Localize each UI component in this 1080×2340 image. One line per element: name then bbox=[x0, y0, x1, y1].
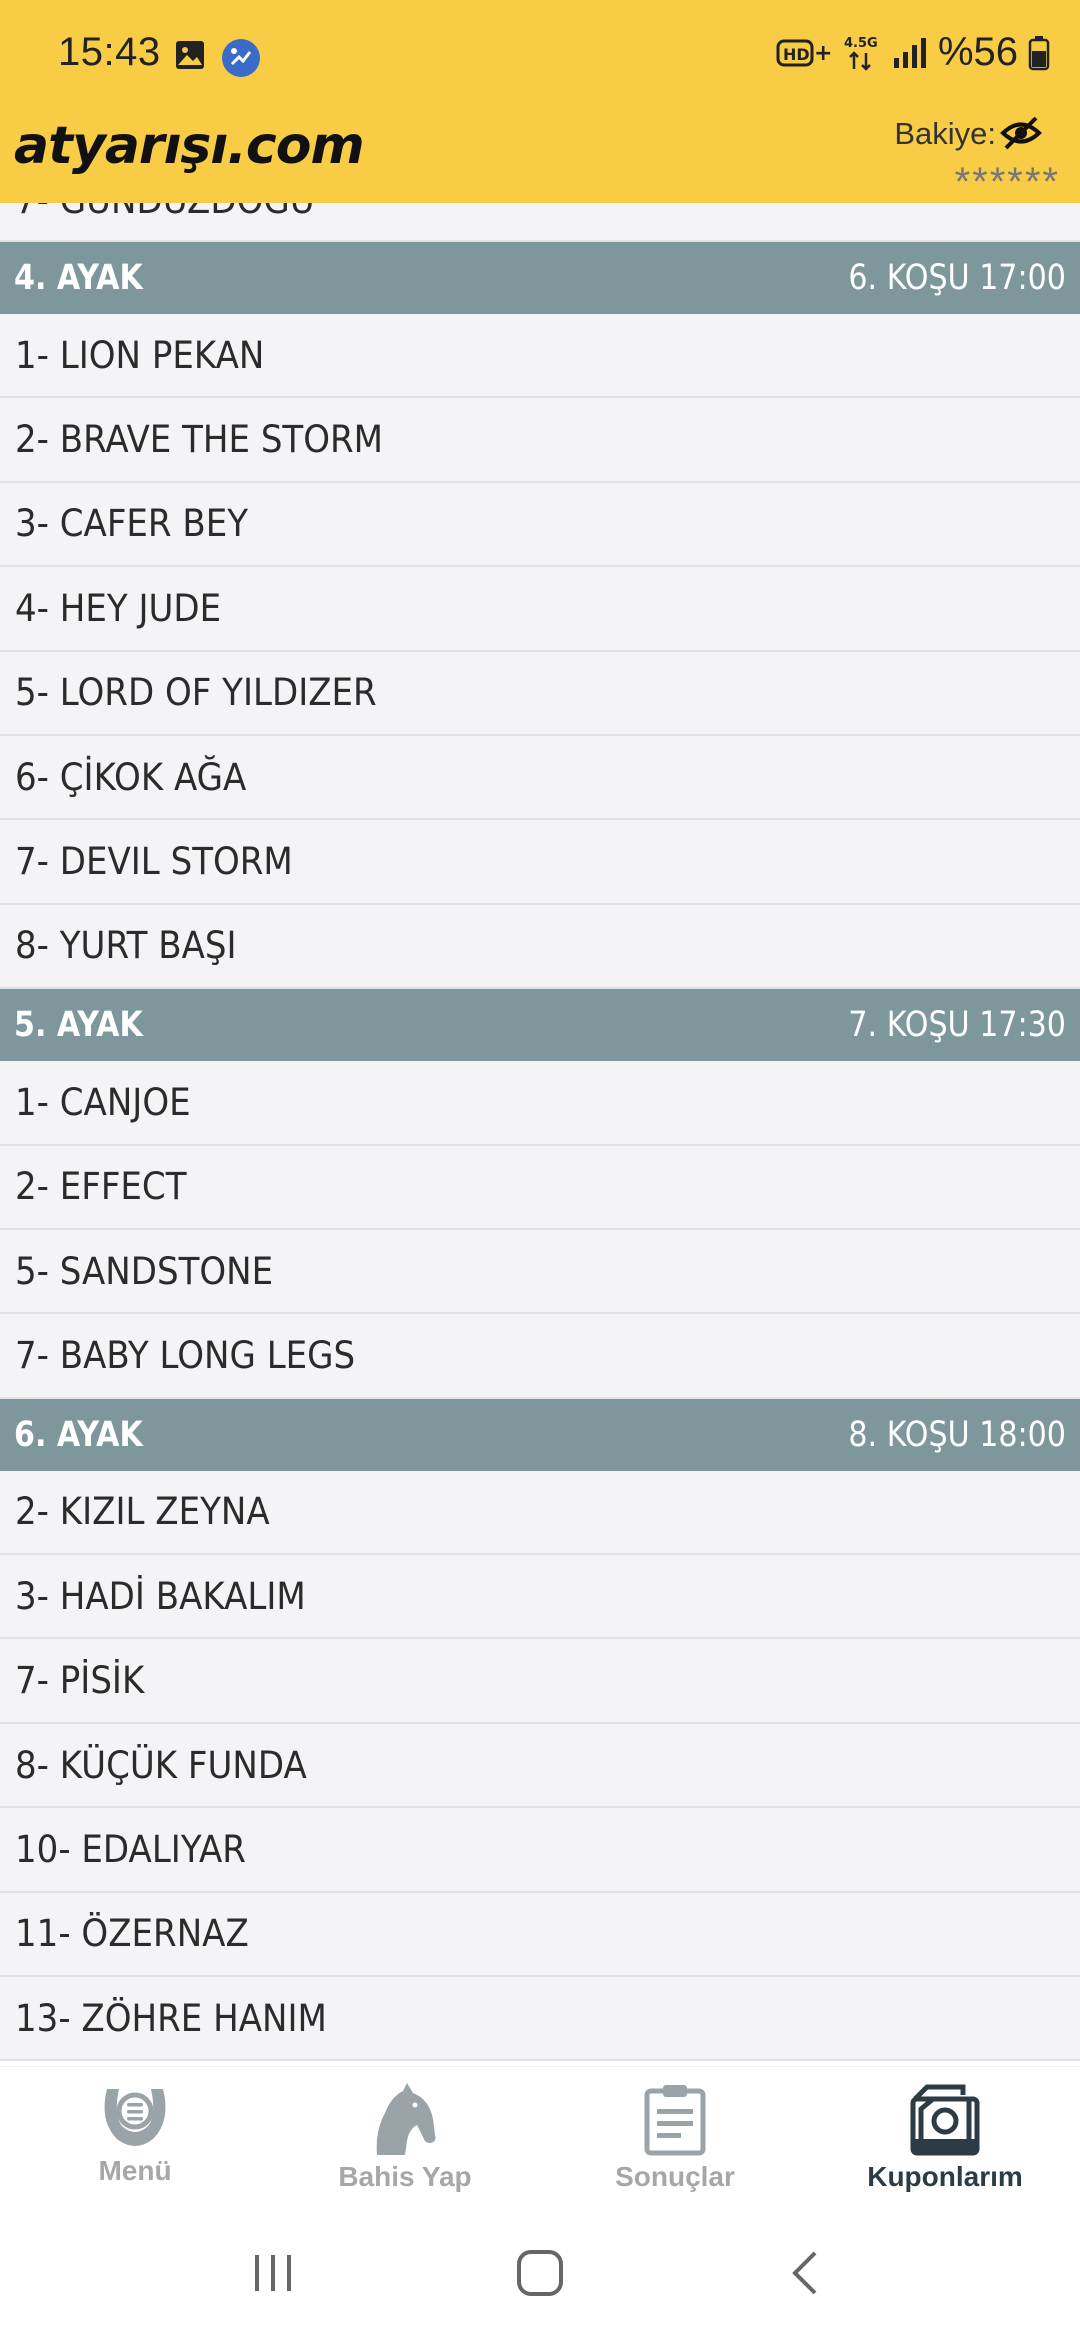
horse-name: 8- KÜÇÜK FUNDA bbox=[15, 1743, 307, 1787]
list-item[interactable]: 7- DEVIL STORM bbox=[0, 820, 1080, 905]
race-time-label: 7. KOŞU 17:30 bbox=[848, 1005, 1066, 1046]
horse-name: 8- YURT BAŞI bbox=[15, 924, 237, 968]
list-item[interactable]: 5- SANDSTONE bbox=[0, 1229, 1080, 1315]
gallery-icon bbox=[176, 41, 204, 69]
section-header-leg-6: 6. AYAK 8. KOŞU 18:00 bbox=[0, 1398, 1080, 1471]
bottom-nav: Menü Bahis Yap Sonuçlar Kuponlarım bbox=[0, 2066, 1080, 2206]
nav-coupons[interactable]: Kuponlarım bbox=[810, 2067, 1080, 2193]
horse-name: 6- ÇİKOK AĞA bbox=[15, 755, 247, 799]
list-item[interactable]: 13- ZÖHRE HANIM bbox=[0, 1977, 1080, 2062]
list-item[interactable]: 8- YURT BAŞI bbox=[0, 904, 1080, 990]
horse-name: 11- ÖZERNAZ bbox=[15, 1912, 249, 1956]
battery-icon bbox=[1028, 35, 1050, 70]
app-header: 15:43 HD + 4.5G %56 atyarışı.com Bakiye:… bbox=[0, 0, 1080, 204]
leg-label: 6. AYAK bbox=[14, 1414, 143, 1455]
horse-name: 5- SANDSTONE bbox=[15, 1249, 274, 1293]
race-time-label: 6. KOŞU 17:00 bbox=[848, 258, 1066, 298]
hd-plus-icon: HD + bbox=[776, 39, 832, 66]
horse-name: 3- HADİ BAKALIM bbox=[15, 1574, 306, 1618]
horse-name: 7- BABY LONG LEGS bbox=[15, 1333, 356, 1377]
nav-label-results: Sonuçlar bbox=[615, 2161, 735, 2192]
list-item[interactable]: 2- KIZIL ZEYNA bbox=[0, 1470, 1080, 1556]
list-item[interactable]: 3- CAFER BEY bbox=[0, 482, 1080, 568]
leg-label: 4. AYAK bbox=[14, 258, 143, 298]
status-bar: 15:43 HD + 4.5G %56 bbox=[0, 0, 1080, 110]
clipboard-icon bbox=[644, 2085, 706, 2156]
home-icon[interactable] bbox=[516, 2249, 564, 2297]
list-item[interactable]: 8- KÜÇÜK FUNDA bbox=[0, 1723, 1080, 1809]
signal-icon bbox=[893, 37, 926, 68]
leg-label: 5. AYAK bbox=[14, 1005, 143, 1046]
horseshoe-icon bbox=[104, 2089, 166, 2146]
list-item[interactable]: 2- BRAVE THE STORM bbox=[0, 398, 1080, 483]
horse-name: 1- LION PEKAN bbox=[15, 333, 265, 377]
section-header-leg-5: 5. AYAK 7. KOŞU 17:30 bbox=[0, 989, 1080, 1062]
eye-off-icon[interactable] bbox=[1000, 114, 1042, 152]
list-item[interactable]: 7- PİSİK bbox=[0, 1639, 1080, 1724]
list-item[interactable]: 10- EDALIYAR bbox=[0, 1808, 1080, 1893]
nav-results[interactable]: Sonuçlar bbox=[540, 2067, 810, 2193]
list-item[interactable]: 7- BABY LONG LEGS bbox=[0, 1314, 1080, 1399]
list-item[interactable]: 1- LION PEKAN bbox=[0, 314, 1080, 399]
horse-name: 2- KIZIL ZEYNA bbox=[15, 1490, 270, 1534]
horse-name: 7- DEVIL STORM bbox=[15, 840, 293, 884]
race-time-label: 8. KOŞU 18:00 bbox=[848, 1414, 1066, 1455]
svg-text:HD: HD bbox=[783, 45, 810, 64]
status-time: 15:43 bbox=[58, 30, 161, 74]
horse-name: 4- HEY JUDE bbox=[15, 586, 222, 630]
coupon-icon bbox=[910, 2084, 980, 2156]
list-item[interactable]: 3- HADİ BAKALIM bbox=[0, 1555, 1080, 1640]
nav-label-bet: Bahis Yap bbox=[338, 2161, 472, 2192]
horse-name: 1- CANJOE bbox=[15, 1080, 191, 1124]
status-icons-left bbox=[173, 38, 261, 78]
nav-menu[interactable]: Menü bbox=[0, 2067, 270, 2187]
system-nav-bar bbox=[0, 2206, 1080, 2340]
nav-label-coupons: Kuponlarım bbox=[867, 2161, 1023, 2192]
horse-head-icon bbox=[376, 2083, 436, 2155]
list-item[interactable]: 4- HEY JUDE bbox=[0, 567, 1080, 652]
horse-name: 3- CAFER BEY bbox=[15, 502, 249, 546]
horse-list: 7- GÜNDÜZDOĞU 4. AYAK 6. KOŞU 17:00 1- L… bbox=[0, 160, 1080, 2062]
app-logo[interactable]: atyarışı.com bbox=[14, 116, 365, 176]
list-item[interactable]: 6- ÇİKOK AĞA bbox=[0, 735, 1080, 821]
horse-name: 2- BRAVE THE STORM bbox=[15, 418, 384, 462]
list-item[interactable]: 1- CANJOE bbox=[0, 1061, 1080, 1146]
network-type-icon: 4.5G bbox=[844, 36, 878, 71]
status-icons-right: HD + 4.5G %56 bbox=[776, 30, 1050, 75]
list-item[interactable]: 11- ÖZERNAZ bbox=[0, 1892, 1080, 1978]
recent-apps-icon[interactable] bbox=[249, 2249, 297, 2297]
horse-name: 2- EFFECT bbox=[15, 1165, 187, 1209]
horse-name: 10- EDALIYAR bbox=[15, 1827, 246, 1871]
balance-label: Bakiye: bbox=[894, 116, 996, 151]
nav-label-menu: Menü bbox=[98, 2155, 172, 2186]
horse-name: 7- PİSİK bbox=[15, 1659, 145, 1703]
logo-text: atyarışı.com bbox=[14, 116, 365, 176]
svg-text:4.5G: 4.5G bbox=[844, 36, 878, 51]
battery-percent: %56 bbox=[937, 30, 1018, 74]
back-icon[interactable] bbox=[783, 2249, 831, 2297]
list-item[interactable]: 2- EFFECT bbox=[0, 1145, 1080, 1230]
section-header-leg-4: 4. AYAK 6. KOŞU 17:00 bbox=[0, 242, 1080, 314]
list-item[interactable]: 5- LORD OF YILDIZER bbox=[0, 651, 1080, 736]
horse-name: 5- LORD OF YILDIZER bbox=[15, 671, 377, 715]
balance-value: ****** bbox=[954, 160, 1060, 204]
nav-bet[interactable]: Bahis Yap bbox=[270, 2067, 540, 2193]
svg-text:+: + bbox=[814, 41, 832, 66]
horse-name: 13- ZÖHRE HANIM bbox=[15, 1996, 327, 2040]
satellite-icon bbox=[222, 39, 260, 77]
